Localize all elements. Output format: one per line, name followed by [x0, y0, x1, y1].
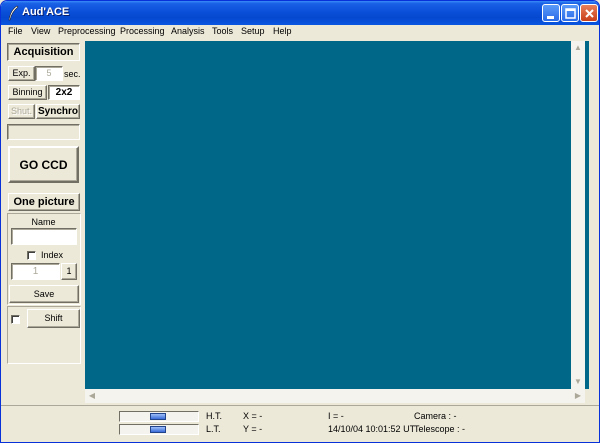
control-panel: Acquisition Exp. 5 sec. Binning 2x2 Shut…	[4, 41, 83, 403]
index-input[interactable]: 1	[11, 263, 60, 280]
acquisition-header: Acquisition	[7, 43, 80, 61]
menu-tools[interactable]: Tools	[212, 26, 233, 36]
minimize-icon	[547, 16, 554, 19]
index-checkbox[interactable]	[27, 251, 36, 260]
index-step-button[interactable]: 1	[61, 263, 77, 280]
one-picture-button[interactable]: One picture	[8, 193, 80, 211]
menu-help[interactable]: Help	[273, 26, 292, 36]
image-display[interactable]	[85, 41, 589, 389]
menu-bar: File View Preprocessing Processing Analy…	[1, 25, 599, 40]
minimize-button[interactable]	[542, 4, 560, 22]
binning-button[interactable]: Binning	[8, 85, 47, 100]
shift-checkbox[interactable]	[11, 315, 20, 324]
scroll-down-icon[interactable]: ▼	[571, 375, 585, 389]
maximize-button[interactable]	[561, 4, 579, 22]
menu-view[interactable]: View	[31, 26, 50, 36]
shutter-button[interactable]: Shut.	[8, 104, 35, 119]
menu-file[interactable]: File	[8, 26, 23, 36]
close-button[interactable]	[580, 4, 598, 22]
scroll-up-icon[interactable]: ▲	[571, 41, 585, 55]
menu-setup[interactable]: Setup	[241, 26, 265, 36]
close-icon	[585, 9, 594, 18]
exposure-input[interactable]: 5	[35, 66, 63, 81]
low-threshold-slider[interactable]	[119, 424, 199, 435]
ht-label: H.T.	[206, 411, 223, 421]
horizontal-scrollbar[interactable]: ◀ ▶	[85, 389, 585, 403]
save-button[interactable]: Save	[9, 285, 79, 303]
shift-button[interactable]: Shift	[27, 309, 80, 328]
maximize-icon	[565, 8, 576, 19]
datetime-readout: 14/10/04 10:01:52 UT	[328, 424, 416, 434]
index-label: Index	[41, 250, 64, 260]
menu-preprocessing[interactable]: Preprocessing	[58, 26, 116, 36]
telescope-status: Telescope : -	[414, 424, 466, 434]
exposure-button[interactable]: Exp.	[8, 66, 35, 81]
exposure-unit: sec.	[64, 69, 81, 79]
ht-slider-thumb[interactable]	[150, 413, 166, 420]
status-bar: H.T. L.T. X = - Y = - I = - 14/10/04 10:…	[1, 405, 599, 442]
window-title: Aud'ACE	[22, 6, 70, 18]
x-readout: X = -	[243, 411, 263, 421]
binning-value[interactable]: 2x2	[48, 85, 80, 100]
scroll-left-icon[interactable]: ◀	[85, 389, 99, 403]
y-readout: Y = -	[243, 424, 263, 434]
intensity-readout: I = -	[328, 411, 344, 421]
feather-icon	[6, 5, 20, 21]
high-threshold-slider[interactable]	[119, 411, 199, 422]
menu-analysis[interactable]: Analysis	[171, 26, 205, 36]
camera-status: Camera : -	[414, 411, 457, 421]
name-label: Name	[31, 217, 56, 227]
go-ccd-button[interactable]: GO CCD	[8, 146, 79, 183]
title-bar[interactable]: Aud'ACE	[1, 1, 599, 25]
lt-slider-thumb[interactable]	[150, 426, 166, 433]
name-input[interactable]	[11, 228, 77, 245]
scroll-right-icon[interactable]: ▶	[571, 389, 585, 403]
synchro-button[interactable]: Synchro	[36, 104, 80, 119]
menu-processing[interactable]: Processing	[120, 26, 165, 36]
lt-label: L.T.	[206, 424, 221, 434]
vertical-scrollbar[interactable]: ▲ ▼	[571, 41, 585, 389]
status-field	[7, 124, 80, 140]
app-window: Aud'ACE File View Preprocessing Processi…	[0, 0, 600, 443]
